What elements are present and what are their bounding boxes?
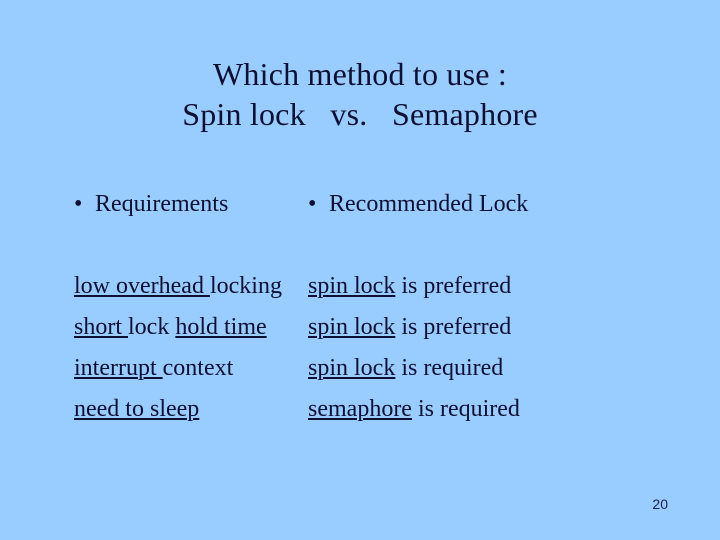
list-item: spin lock is required [308,348,646,389]
recommended-lock-heading-row: • Recommended Lock [308,188,646,220]
list-item-underlined: spin lock [308,314,396,340]
list-item-underlined: low overhead [74,273,210,299]
recommended-lock-heading-label: Recommended Lock [329,191,529,217]
slide-canvas: Which method to use : Spin lock vs. Sema… [0,0,720,540]
list-item-underlined: need to sleep [74,396,200,422]
recommended-lock-list: spin lock is preferred spin lock is pref… [308,266,646,430]
list-item: spin lock is preferred [308,266,646,307]
requirements-heading-label: Requirements [95,191,229,217]
list-item-plain: lock [128,314,176,340]
list-item-underlined: spin lock [308,273,396,299]
requirements-heading-row: • Requirements [74,188,297,220]
list-item-plain: context [162,355,234,381]
list-item: low overhead locking [74,266,297,307]
title-line-2: Spin lock vs. Semaphore [182,96,538,132]
list-item-underlined: spin lock [308,355,396,381]
page-number: 20 [652,496,668,512]
list-item-plain: is preferred [395,314,512,340]
list-item-underlined: semaphore [308,396,412,422]
content-columns: • Requirements low overhead locking shor… [0,188,720,430]
list-item-plain: is required [411,396,520,422]
column-recommended-lock: • Recommended Lock spin lock is preferre… [297,188,646,430]
list-item: spin lock is preferred [308,307,646,348]
list-item-underlined: short [74,314,128,340]
bullet-icon: • [74,191,83,217]
list-item-underlined: interrupt [74,355,163,381]
slide-title: Which method to use : Spin lock vs. Sema… [0,54,720,134]
column-requirements: • Requirements low overhead locking shor… [0,188,297,430]
title-line-1: Which method to use : [213,56,507,92]
list-item: semaphore is required [308,389,646,430]
bullet-icon: • [308,191,317,217]
list-item-underlined-2: hold time [175,314,267,340]
list-item-plain: locking [209,273,282,299]
list-item: need to sleep [74,389,297,430]
list-item-plain: is preferred [395,273,512,299]
requirements-list: low overhead locking short lock hold tim… [74,266,297,430]
list-item-plain: is required [395,355,504,381]
list-item: short lock hold time [74,307,297,348]
list-item: interrupt context [74,348,297,389]
